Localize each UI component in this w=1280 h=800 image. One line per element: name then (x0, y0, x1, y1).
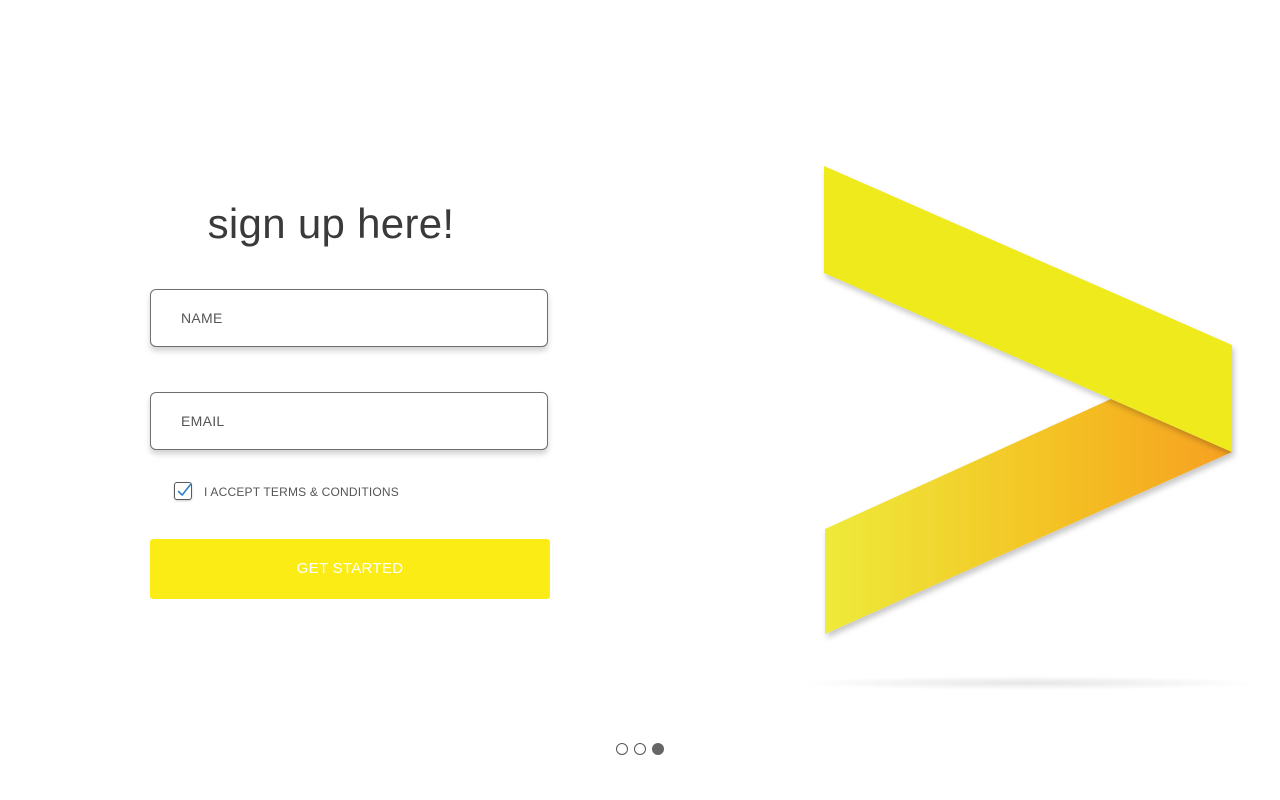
carousel-dot-2[interactable] (634, 743, 646, 755)
email-input[interactable] (151, 393, 547, 449)
chevron-right-logo-icon (796, 166, 1260, 690)
logo-floor-shadow (796, 676, 1260, 690)
carousel-dot-3[interactable] (652, 743, 664, 755)
carousel-dots (616, 743, 664, 755)
logo-upper-stroke (824, 166, 1232, 452)
checkmark-icon (177, 483, 192, 496)
signup-page: sign up here! I ACCEPT TERMS & CONDITION… (0, 0, 1280, 800)
terms-checkbox[interactable] (174, 482, 192, 500)
logo-lower-stroke (825, 399, 1232, 634)
terms-row: I ACCEPT TERMS & CONDITIONS (174, 481, 399, 501)
carousel-dot-1[interactable] (616, 743, 628, 755)
page-title: sign up here! (207, 200, 455, 247)
name-input[interactable] (151, 290, 547, 346)
terms-label: I ACCEPT TERMS & CONDITIONS (204, 485, 399, 499)
email-field-wrapper (150, 392, 548, 450)
get-started-button[interactable]: GET STARTED (150, 539, 550, 599)
name-field-wrapper (150, 289, 548, 347)
